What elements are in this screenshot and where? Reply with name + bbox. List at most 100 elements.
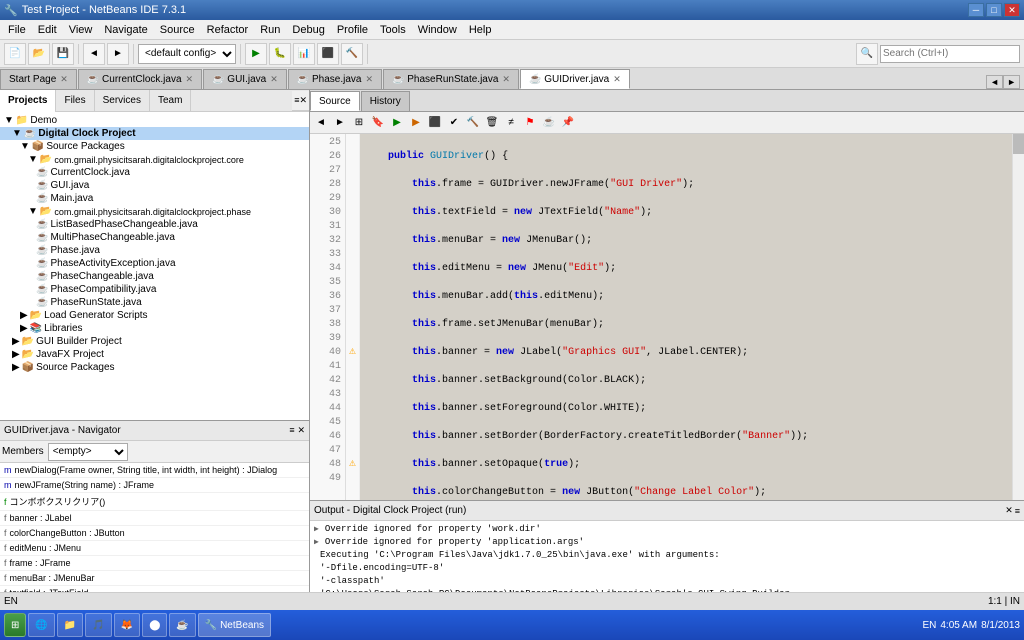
tree-item-main[interactable]: ☕ Main.java bbox=[0, 192, 309, 205]
ed-toggle-btn[interactable]: ⊞ bbox=[350, 114, 368, 132]
tree-item-source2[interactable]: ▶ 📦 Source Packages bbox=[0, 361, 309, 374]
config-select[interactable]: <default config> bbox=[138, 44, 236, 64]
ed-clean-btn[interactable]: 🗑 bbox=[483, 114, 501, 132]
menu-edit[interactable]: Edit bbox=[32, 22, 63, 38]
tree-item-core-package[interactable]: ▼ 📂 com.gmail.physicitsarah.digitalclock… bbox=[0, 153, 309, 166]
taskbar-firefox[interactable]: 🦊 bbox=[114, 613, 140, 637]
navigator-filter-select[interactable]: <empty> bbox=[48, 443, 128, 461]
menu-view[interactable]: View bbox=[63, 22, 99, 38]
tree-item-source-packages-1[interactable]: ▼ 📦 Source Packages bbox=[0, 140, 309, 153]
save-button[interactable]: 💾 bbox=[52, 43, 74, 65]
nav-item-combobox-clear[interactable]: f コンボボクスリクリア() bbox=[0, 493, 309, 511]
start-button[interactable]: ⊞ bbox=[4, 613, 26, 637]
debug-button[interactable]: 🐛 bbox=[269, 43, 291, 65]
tab-scroll-right[interactable]: ► bbox=[1003, 75, 1020, 89]
stop-button[interactable]: ⬛ bbox=[317, 43, 339, 65]
ed-run-btn[interactable]: ▶ bbox=[388, 114, 406, 132]
menu-tools[interactable]: Tools bbox=[374, 22, 412, 38]
run-button[interactable]: ▶ bbox=[245, 43, 267, 65]
tab-guidriver[interactable]: ☕ GUIDriver.java ✕ bbox=[520, 69, 630, 89]
taskbar-explorer[interactable]: 📁 bbox=[57, 613, 83, 637]
tree-item-phaseactivity[interactable]: ☕ PhaseActivityException.java bbox=[0, 257, 309, 270]
ed-compile-btn[interactable]: 🔨 bbox=[464, 114, 482, 132]
clean-button[interactable]: 🔨 bbox=[341, 43, 363, 65]
tree-item-libraries[interactable]: ▶ 📚 Libraries bbox=[0, 322, 309, 335]
team-tab[interactable]: Team bbox=[150, 90, 191, 112]
nav-item-frame[interactable]: f frame : JFrame bbox=[0, 556, 309, 571]
output-clear[interactable]: ✕ bbox=[1005, 505, 1013, 516]
projects-tab[interactable]: Projects bbox=[0, 90, 56, 112]
navigator-config[interactable]: ≡ bbox=[289, 425, 294, 435]
menu-navigate[interactable]: Navigate bbox=[98, 22, 153, 38]
tree-item-listbased[interactable]: ☕ ListBasedPhaseChangeable.java bbox=[0, 218, 309, 231]
menu-refactor[interactable]: Refactor bbox=[201, 22, 255, 38]
search-button[interactable]: 🔍 bbox=[856, 43, 878, 65]
menu-profile[interactable]: Profile bbox=[331, 22, 374, 38]
tree-item-digital-clock[interactable]: ▼ ☕ Digital Clock Project bbox=[0, 127, 309, 140]
ed-back-btn[interactable]: ◄ bbox=[312, 114, 330, 132]
code-content[interactable]: public GUIDriver() { this.frame = GUIDri… bbox=[360, 134, 1012, 500]
ed-diff-btn[interactable]: ≠ bbox=[502, 114, 520, 132]
tree-item-phaserunstate[interactable]: ☕ PhaseRunState.java bbox=[0, 296, 309, 309]
menu-help[interactable]: Help bbox=[463, 22, 498, 38]
back-button[interactable]: ◄ bbox=[83, 43, 105, 65]
files-tab[interactable]: Files bbox=[56, 90, 94, 112]
menu-file[interactable]: File bbox=[2, 22, 32, 38]
minimize-button[interactable]: ─ bbox=[968, 3, 984, 17]
nav-item-banner[interactable]: f banner : JLabel bbox=[0, 511, 309, 526]
tree-item-guibuilder[interactable]: ▶ 📂 GUI Builder Project bbox=[0, 335, 309, 348]
taskbar-chrome[interactable]: ⬤ bbox=[142, 613, 167, 637]
menu-debug[interactable]: Debug bbox=[286, 22, 330, 38]
tab-phase[interactable]: ☕ Phase.java ✕ bbox=[288, 69, 382, 89]
close-button[interactable]: ✕ bbox=[1004, 3, 1020, 17]
tab-currentclock[interactable]: ☕ CurrentClock.java ✕ bbox=[78, 69, 202, 89]
forward-button[interactable]: ► bbox=[107, 43, 129, 65]
nav-item-newdialog[interactable]: m newDialog(Frame owner, String title, i… bbox=[0, 463, 309, 478]
panel-close-button[interactable]: ✕ bbox=[299, 95, 307, 106]
ed-flag-btn[interactable]: ⚑ bbox=[521, 114, 539, 132]
taskbar-media[interactable]: 🎵 bbox=[85, 613, 111, 637]
ed-debug-run-btn[interactable]: ▶ bbox=[407, 114, 425, 132]
tree-item-multiphase[interactable]: ☕ MultiPhaseChangeable.java bbox=[0, 231, 309, 244]
tree-item-loadgen[interactable]: ▶ 📂 Load Generator Scripts bbox=[0, 309, 309, 322]
nav-item-editmenu[interactable]: f editMenu : JMenu bbox=[0, 541, 309, 556]
menu-window[interactable]: Window bbox=[412, 22, 463, 38]
menu-run[interactable]: Run bbox=[254, 22, 286, 38]
ed-stop-btn[interactable]: ⬛ bbox=[426, 114, 444, 132]
tree-item-currentclock[interactable]: ☕ CurrentClock.java bbox=[0, 166, 309, 179]
nav-item-newjframe[interactable]: m newJFrame(String name) : JFrame bbox=[0, 478, 309, 493]
tree-item-phasecompat[interactable]: ☕ PhaseCompatibility.java bbox=[0, 283, 309, 296]
tab-history[interactable]: History bbox=[361, 91, 410, 111]
ed-forward-btn[interactable]: ► bbox=[331, 114, 349, 132]
tree-item-demo[interactable]: ▼ 📁 Demo bbox=[0, 114, 309, 127]
tree-item-javafx[interactable]: ▶ 📂 JavaFX Project bbox=[0, 348, 309, 361]
new-button[interactable]: 📄 bbox=[4, 43, 26, 65]
menu-source[interactable]: Source bbox=[154, 22, 201, 38]
navigator-close[interactable]: ✕ bbox=[297, 425, 305, 436]
project-tree[interactable]: ▼ 📁 Demo ▼ ☕ Digital Clock Project ▼ 📦 S… bbox=[0, 112, 309, 420]
ed-bookmark-btn[interactable]: 🔖 bbox=[369, 114, 387, 132]
open-button[interactable]: 📂 bbox=[28, 43, 50, 65]
maximize-button[interactable]: □ bbox=[986, 3, 1002, 17]
tree-item-phase-java[interactable]: ☕ Phase.java bbox=[0, 244, 309, 257]
tab-phaserunstate[interactable]: ☕ PhaseRunState.java ✕ bbox=[383, 69, 519, 89]
nav-item-menubar[interactable]: f menuBar : JMenuBar bbox=[0, 571, 309, 586]
tab-start-page[interactable]: Start Page ✕ bbox=[0, 69, 77, 89]
scrollbar-thumb[interactable] bbox=[1013, 134, 1024, 154]
ed-pin-btn[interactable]: 📌 bbox=[559, 114, 577, 132]
tree-item-phasechangeable[interactable]: ☕ PhaseChangeable.java bbox=[0, 270, 309, 283]
profile-button[interactable]: 📊 bbox=[293, 43, 315, 65]
services-tab[interactable]: Services bbox=[95, 90, 150, 112]
output-config[interactable]: ≡ bbox=[1015, 505, 1020, 516]
tree-item-phase-package[interactable]: ▼ 📂 com.gmail.physicitsarah.digitalclock… bbox=[0, 205, 309, 218]
nav-item-colorchangebutton[interactable]: f colorChangeButton : JButton bbox=[0, 526, 309, 541]
search-input[interactable] bbox=[880, 45, 1020, 63]
taskbar-netbeans[interactable]: 🔧 NetBeans bbox=[198, 613, 271, 637]
taskbar-java[interactable]: ☕ bbox=[169, 613, 195, 637]
tab-scroll-left[interactable]: ◄ bbox=[986, 75, 1003, 89]
vertical-scrollbar[interactable] bbox=[1012, 134, 1024, 500]
ed-test-btn[interactable]: ✔ bbox=[445, 114, 463, 132]
tab-source[interactable]: Source bbox=[310, 91, 360, 111]
tree-item-gui[interactable]: ☕ GUI.java bbox=[0, 179, 309, 192]
taskbar-ie[interactable]: 🌐 bbox=[28, 613, 54, 637]
